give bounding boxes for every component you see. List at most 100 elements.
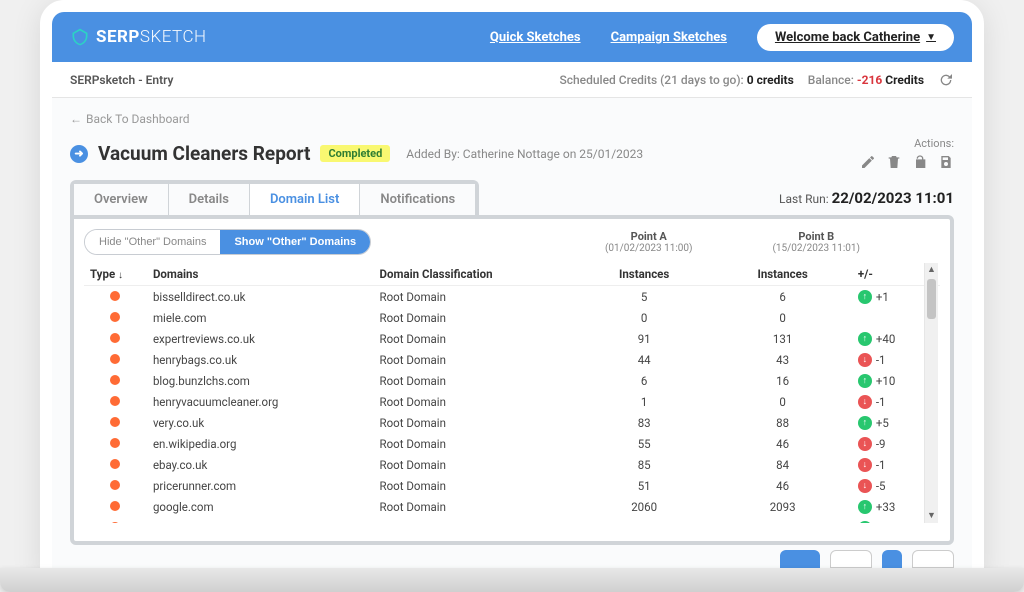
table-row[interactable]: tasteofhome.com Root Domain 8 13 ↑+5 <box>84 517 940 523</box>
instances-b-cell: 46 <box>713 475 851 496</box>
bottom-actions <box>70 542 954 568</box>
sort-down-icon: ↓ <box>118 270 123 281</box>
scroll-up-icon[interactable]: ▲ <box>925 263 938 277</box>
credits-value: 0 credits <box>747 73 794 87</box>
instances-b-cell: 0 <box>713 391 851 412</box>
instances-a-cell: 51 <box>575 475 713 496</box>
type-dot-icon <box>110 522 120 524</box>
balance-label: Balance: <box>808 73 854 87</box>
domain-cell: tasteofhome.com <box>147 517 374 523</box>
delta-value: +5 <box>876 416 889 430</box>
table-row[interactable]: en.wikipedia.org Root Domain 55 46 ↓-9 <box>84 433 940 454</box>
laptop-base <box>0 568 1024 592</box>
delta-value: -1 <box>876 353 886 367</box>
type-dot-icon <box>110 396 120 406</box>
nav-campaign-sketches[interactable]: Campaign Sketches <box>611 30 727 45</box>
table-row[interactable]: expertreviews.co.uk Root Domain 91 131 ↑… <box>84 328 940 349</box>
delta-value: +33 <box>876 500 895 514</box>
table-row[interactable]: miele.com Root Domain 0 0 <box>84 307 940 328</box>
refresh-icon[interactable] <box>938 72 954 88</box>
col-domains[interactable]: Domains <box>147 263 374 286</box>
tab-notifications[interactable]: Notifications <box>360 184 475 215</box>
actions-label: Actions: <box>860 137 954 150</box>
instances-b-cell: 0 <box>713 307 851 328</box>
delta-value: -5 <box>876 479 886 493</box>
delta-value: -9 <box>876 437 886 451</box>
classification-cell: Root Domain <box>374 328 575 349</box>
point-b-ts: (15/02/2023 11:01) <box>773 243 861 254</box>
table-row[interactable]: henrybags.co.uk Root Domain 44 43 ↓-1 <box>84 349 940 370</box>
classification-cell: Root Domain <box>374 307 575 328</box>
instances-a-cell: 6 <box>575 370 713 391</box>
col-classification[interactable]: Domain Classification <box>374 263 575 286</box>
user-menu[interactable]: Welcome back Catherine ▼ <box>757 24 954 51</box>
arrow-down-icon: ↓ <box>858 395 872 409</box>
point-b-header: Point B (15/02/2023 11:01) <box>773 230 861 254</box>
table-row[interactable]: blog.bunzlchs.com Root Domain 6 16 ↑+10 <box>84 370 940 391</box>
type-dot-icon <box>110 291 120 301</box>
balance-unit: Credits <box>885 73 924 87</box>
nav-quick-sketches[interactable]: Quick Sketches <box>490 30 581 45</box>
table-row[interactable]: very.co.uk Root Domain 83 88 ↑+5 <box>84 412 940 433</box>
table-row[interactable]: henryvacuumcleaner.org Root Domain 1 0 ↓… <box>84 391 940 412</box>
other-domains-toggle: Hide "Other" Domains Show "Other" Domain… <box>84 229 371 255</box>
table-row[interactable]: google.com Root Domain 2060 2093 ↑+33 <box>84 496 940 517</box>
point-a-name: Point A <box>605 230 693 243</box>
sub-bar: SERPsketch - Entry Scheduled Credits (21… <box>52 62 972 98</box>
report-icon: ➜ <box>70 145 88 163</box>
point-a-ts: (01/02/2023 11:00) <box>605 243 693 254</box>
table-row[interactable]: ebay.co.uk Root Domain 85 84 ↓-1 <box>84 454 940 475</box>
type-dot-icon <box>110 459 120 469</box>
arrow-up-icon: ↑ <box>858 521 872 524</box>
classification-cell: Root Domain <box>374 475 575 496</box>
back-label: Back To Dashboard <box>86 112 190 126</box>
instances-a-cell: 83 <box>575 412 713 433</box>
unlock-icon[interactable] <box>912 154 928 170</box>
brand-thin: SKETCH <box>140 27 207 47</box>
arrow-left-icon: ← <box>70 112 82 126</box>
hide-other-domains[interactable]: Hide "Other" Domains <box>85 230 220 254</box>
classification-cell: Root Domain <box>374 454 575 475</box>
classification-cell: Root Domain <box>374 433 575 454</box>
brand[interactable]: SERPSKETCH <box>70 27 207 47</box>
secondary-action-button[interactable] <box>830 550 872 568</box>
type-dot-icon <box>110 438 120 448</box>
quaternary-action-button[interactable] <box>912 550 954 568</box>
arrow-down-icon: ↓ <box>858 458 872 472</box>
classification-cell: Root Domain <box>374 517 575 523</box>
classification-cell: Root Domain <box>374 286 575 308</box>
tab-domain-list[interactable]: Domain List <box>250 184 360 215</box>
save-icon[interactable] <box>938 154 954 170</box>
tab-details[interactable]: Details <box>169 184 250 215</box>
edit-icon[interactable] <box>860 154 876 170</box>
brand-bold: SERP <box>96 27 140 47</box>
table-row[interactable]: pricerunner.com Root Domain 51 46 ↓-5 <box>84 475 940 496</box>
primary-action-button[interactable] <box>780 550 820 568</box>
col-instances-b[interactable]: Instances <box>713 263 851 286</box>
arrow-up-icon: ↑ <box>858 416 872 430</box>
delta-value: +5 <box>876 521 889 524</box>
caret-down-icon: ▼ <box>926 32 936 43</box>
instances-b-cell: 6 <box>713 286 851 308</box>
trash-icon[interactable] <box>886 154 902 170</box>
instances-b-cell: 13 <box>713 517 851 523</box>
scroll-down-icon[interactable]: ▼ <box>925 509 938 523</box>
tab-overview[interactable]: Overview <box>74 184 169 215</box>
show-other-domains[interactable]: Show "Other" Domains <box>220 230 370 254</box>
balance-value: -216 <box>857 73 882 87</box>
arrow-up-icon: ↑ <box>858 500 872 514</box>
table-row[interactable]: bisselldirect.co.uk Root Domain 5 6 ↑+1 <box>84 286 940 308</box>
added-by: Added By: Catherine Nottage on 25/01/202… <box>406 147 643 161</box>
credits-label: Scheduled Credits (21 days to go): <box>559 73 743 87</box>
tertiary-action-button[interactable] <box>882 550 902 568</box>
classification-cell: Root Domain <box>374 496 575 517</box>
scroll-thumb[interactable] <box>927 279 936 319</box>
domain-cell: bisselldirect.co.uk <box>147 286 374 308</box>
scrollbar[interactable]: ▲ ▼ <box>924 263 938 523</box>
last-run-label: Last Run: <box>779 192 829 206</box>
col-type[interactable]: Type ↓ <box>84 263 147 286</box>
arrow-up-icon: ↑ <box>858 290 872 304</box>
type-dot-icon <box>110 417 120 427</box>
col-instances-a[interactable]: Instances <box>575 263 713 286</box>
back-to-dashboard[interactable]: ← Back To Dashboard <box>70 112 190 126</box>
